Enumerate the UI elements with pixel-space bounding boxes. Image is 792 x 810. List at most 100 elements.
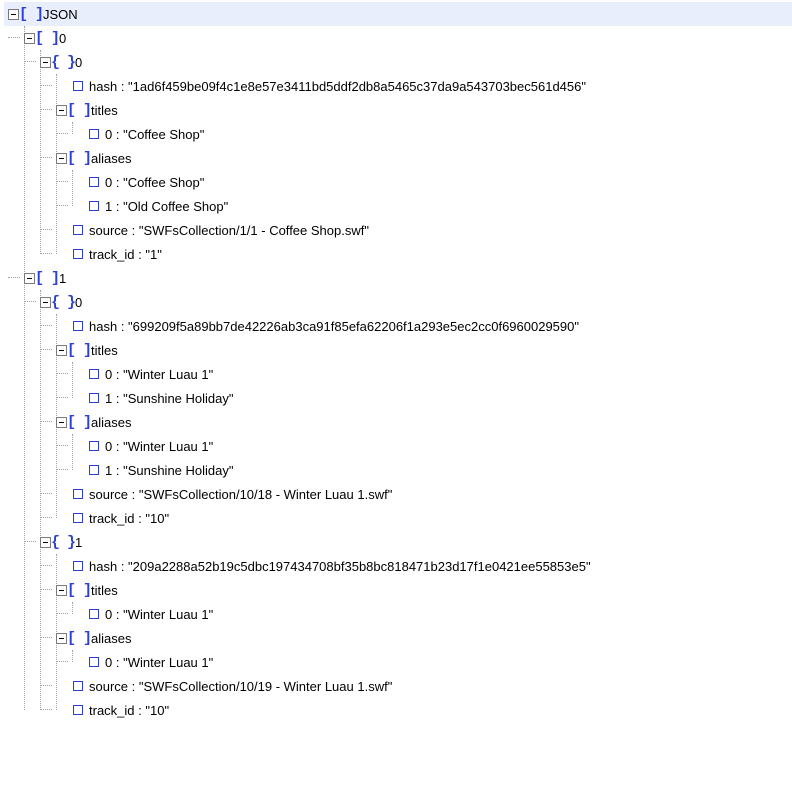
source-field: source : "SWFsCollection/10/18 - Winter … bbox=[89, 487, 392, 502]
colon: : bbox=[112, 175, 123, 190]
field-key: hash bbox=[89, 79, 117, 94]
tree-row[interactable]: track_id : "10" bbox=[52, 506, 792, 530]
array-icon: [ ] bbox=[71, 583, 87, 597]
spacer bbox=[56, 249, 67, 260]
collapse-icon[interactable] bbox=[56, 417, 67, 428]
field-value: "1" bbox=[145, 247, 161, 262]
spacer bbox=[56, 81, 67, 92]
array-icon: [ ] bbox=[39, 31, 55, 45]
hash-field: hash : "1ad6f459be09f4c1e8e57e3411bd5ddf… bbox=[89, 79, 586, 94]
tree-row[interactable]: [ ] titles bbox=[52, 338, 792, 362]
field-value: "209a2288a52b19c5dbc197434708bf35b8bc818… bbox=[128, 559, 591, 574]
colon: : bbox=[112, 439, 123, 454]
tree-row[interactable]: track_id : "1" bbox=[52, 242, 792, 266]
tree-row[interactable]: 0 : "Winter Luau 1" bbox=[68, 650, 792, 674]
tree-row[interactable]: 1 : "Old Coffee Shop" bbox=[68, 194, 792, 218]
value-icon bbox=[89, 441, 99, 451]
tree-row[interactable]: source : "SWFsCollection/10/18 - Winter … bbox=[52, 482, 792, 506]
field-key: source bbox=[89, 223, 128, 238]
collapse-icon[interactable] bbox=[40, 57, 51, 68]
object-item: { } 0 hash : "1ad6f459be09f4c1e8e57e3411… bbox=[36, 50, 792, 266]
title-item: 0 : "Winter Luau 1" bbox=[105, 607, 213, 622]
root-node: [ ] JSON [ ] 0 { } 0 bbox=[4, 2, 792, 722]
spacer bbox=[72, 465, 83, 476]
tree-row[interactable]: hash : "699209f5a89bb7de42226ab3ca91f85e… bbox=[52, 314, 792, 338]
hash-field: hash : "209a2288a52b19c5dbc197434708bf35… bbox=[89, 559, 591, 574]
root-row[interactable]: [ ] JSON bbox=[4, 2, 792, 26]
tree-row[interactable]: 0 : "Winter Luau 1" bbox=[68, 362, 792, 386]
collapse-icon[interactable] bbox=[56, 345, 67, 356]
collapse-icon[interactable] bbox=[24, 33, 35, 44]
title-item: 0 : "Coffee Shop" bbox=[105, 127, 204, 142]
titles-label: titles bbox=[91, 103, 118, 118]
aliases-label: aliases bbox=[91, 415, 131, 430]
tree-row[interactable]: [ ] aliases bbox=[52, 410, 792, 434]
field-value: "SWFsCollection/10/18 - Winter Luau 1.sw… bbox=[139, 487, 392, 502]
value-icon bbox=[73, 561, 83, 571]
object-icon: { } bbox=[55, 295, 71, 309]
spacer bbox=[56, 321, 67, 332]
tree-row[interactable]: 1 : "Sunshine Holiday" bbox=[68, 458, 792, 482]
value-icon bbox=[89, 369, 99, 379]
value-icon bbox=[89, 129, 99, 139]
tree-row[interactable]: [ ] aliases bbox=[52, 626, 792, 650]
leaf-node: 1 : "Sunshine Holiday" bbox=[68, 458, 792, 482]
tree-row[interactable]: 0 : "Coffee Shop" bbox=[68, 170, 792, 194]
aliases-node: [ ] aliases 0 : bbox=[52, 410, 792, 482]
value-icon bbox=[73, 249, 83, 259]
collapse-icon[interactable] bbox=[24, 273, 35, 284]
value-icon bbox=[89, 201, 99, 211]
tree-row[interactable]: [ ] 1 bbox=[20, 266, 792, 290]
colon: : bbox=[112, 367, 123, 382]
collapse-icon[interactable] bbox=[56, 153, 67, 164]
spacer bbox=[56, 513, 67, 524]
value-icon bbox=[73, 705, 83, 715]
leaf-node: 0 : "Coffee Shop" bbox=[68, 122, 792, 146]
tree-row[interactable]: [ ] titles bbox=[52, 98, 792, 122]
tree-row[interactable]: 1 : "Sunshine Holiday" bbox=[68, 386, 792, 410]
array-item: [ ] 1 { } 0 bbox=[20, 266, 792, 722]
tree-row[interactable]: { } 0 bbox=[36, 50, 792, 74]
tree-row[interactable]: track_id : "10" bbox=[52, 698, 792, 722]
tree-row[interactable]: [ ] titles bbox=[52, 578, 792, 602]
collapse-icon[interactable] bbox=[56, 633, 67, 644]
value-icon bbox=[89, 465, 99, 475]
item-key: 1 bbox=[59, 271, 66, 286]
value-icon bbox=[73, 225, 83, 235]
spacer bbox=[72, 177, 83, 188]
alias-item: 0 : "Winter Luau 1" bbox=[105, 439, 213, 454]
tree-row[interactable]: [ ] aliases bbox=[52, 146, 792, 170]
tree-row[interactable]: { } 1 bbox=[36, 530, 792, 554]
array-icon: [ ] bbox=[71, 103, 87, 117]
tree-row[interactable]: source : "SWFsCollection/10/19 - Winter … bbox=[52, 674, 792, 698]
collapse-icon[interactable] bbox=[8, 9, 19, 20]
tree-row[interactable]: 0 : "Coffee Shop" bbox=[68, 122, 792, 146]
field-key: hash bbox=[89, 319, 117, 334]
tree-row[interactable]: hash : "1ad6f459be09f4c1e8e57e3411bd5ddf… bbox=[52, 74, 792, 98]
collapse-icon[interactable] bbox=[40, 537, 51, 548]
colon: : bbox=[112, 607, 123, 622]
spacer bbox=[72, 201, 83, 212]
collapse-icon[interactable] bbox=[40, 297, 51, 308]
field-value: "10" bbox=[145, 511, 169, 526]
tree-row[interactable]: { } 0 bbox=[36, 290, 792, 314]
leaf-node: 0 : "Winter Luau 1" bbox=[68, 434, 792, 458]
tree-row[interactable]: source : "SWFsCollection/1/1 - Coffee Sh… bbox=[52, 218, 792, 242]
trackid-field: track_id : "10" bbox=[89, 703, 169, 718]
colon: : bbox=[117, 559, 128, 574]
value-icon bbox=[73, 81, 83, 91]
field-value: "Coffee Shop" bbox=[123, 175, 204, 190]
tree-row[interactable]: 0 : "Winter Luau 1" bbox=[68, 434, 792, 458]
leaf-node: 0 : "Winter Luau 1" bbox=[68, 602, 792, 626]
json-tree: [ ] JSON [ ] 0 { } 0 bbox=[0, 0, 792, 724]
tree-row[interactable]: [ ] 0 bbox=[20, 26, 792, 50]
collapse-icon[interactable] bbox=[56, 105, 67, 116]
trackid-field: track_id : "1" bbox=[89, 247, 162, 262]
tree-row[interactable]: hash : "209a2288a52b19c5dbc197434708bf35… bbox=[52, 554, 792, 578]
tree-row[interactable]: 0 : "Winter Luau 1" bbox=[68, 602, 792, 626]
collapse-icon[interactable] bbox=[56, 585, 67, 596]
leaf-node: hash : "699209f5a89bb7de42226ab3ca91f85e… bbox=[52, 314, 792, 338]
alias-item: 1 : "Sunshine Holiday" bbox=[105, 463, 233, 478]
object-icon: { } bbox=[55, 535, 71, 549]
colon: : bbox=[128, 223, 139, 238]
